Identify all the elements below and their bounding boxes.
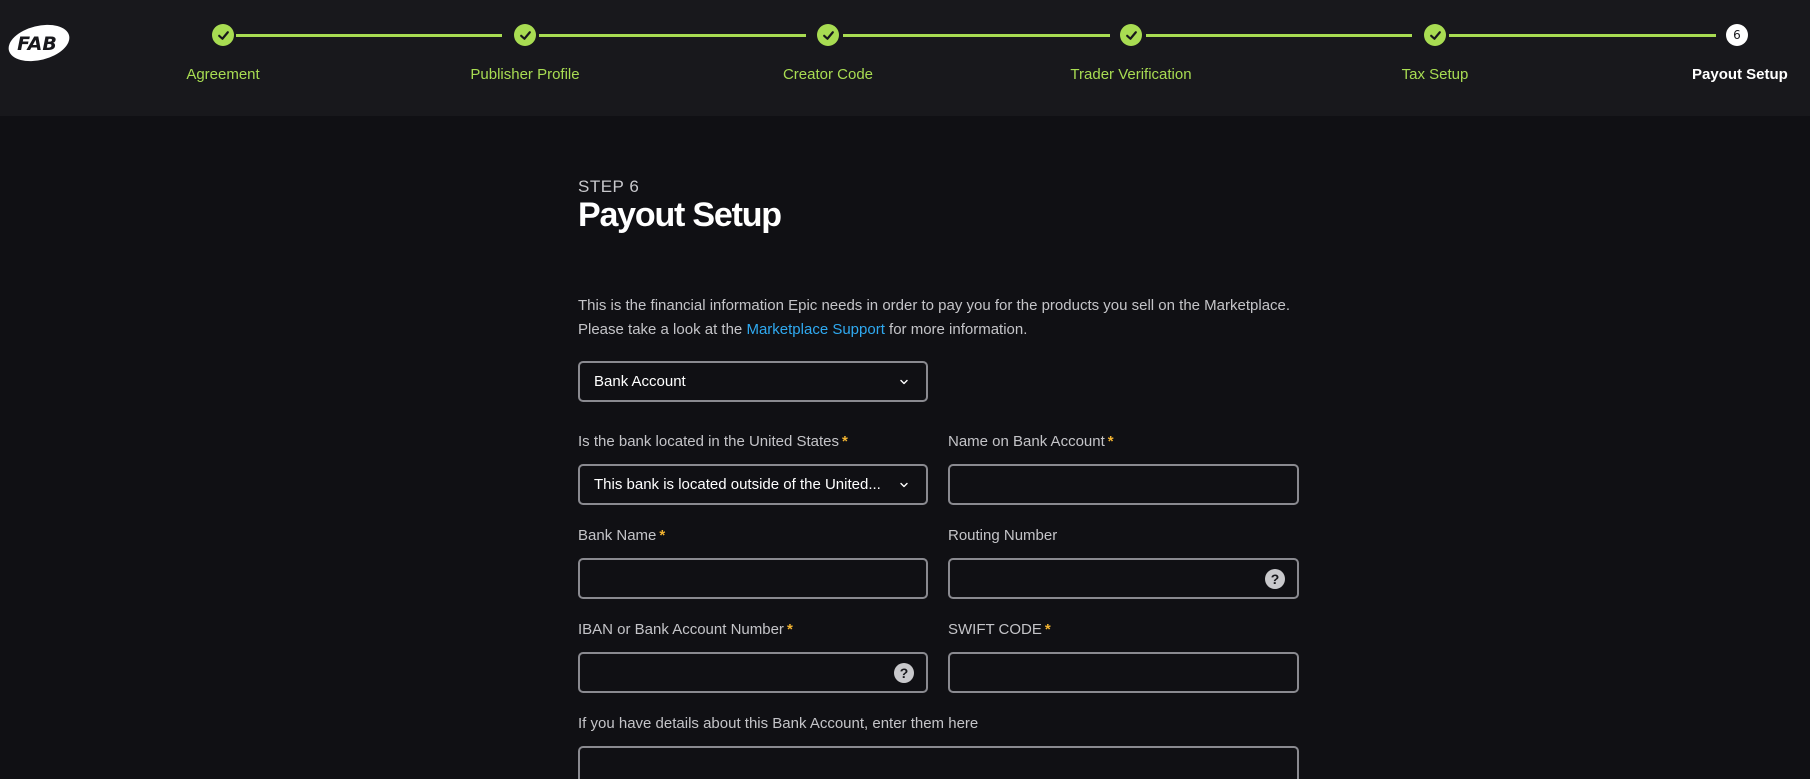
chevron-down-icon bbox=[900, 482, 908, 487]
required-mark: * bbox=[842, 433, 848, 450]
step-tax-setup-check[interactable] bbox=[1424, 24, 1446, 46]
step-payout-setup-number[interactable]: 6 bbox=[1726, 24, 1748, 46]
bank-name-input[interactable] bbox=[578, 558, 928, 599]
swift-code-input[interactable] bbox=[948, 652, 1299, 693]
page-title: Payout Setup bbox=[578, 196, 782, 234]
iban-input[interactable]: ? bbox=[578, 652, 928, 693]
check-icon bbox=[822, 30, 834, 40]
stepper-track bbox=[1449, 34, 1716, 37]
stepper-track bbox=[1146, 34, 1412, 37]
fab-logo-text: FAB bbox=[17, 33, 57, 55]
step-label-publisher-profile[interactable]: Publisher Profile bbox=[470, 66, 579, 83]
stepper-track bbox=[843, 34, 1110, 37]
step-creator-code-check[interactable] bbox=[817, 24, 839, 46]
step-trader-verification-check[interactable] bbox=[1120, 24, 1142, 46]
name-on-account-label: Name on Bank Account * bbox=[948, 433, 1114, 450]
bank-location-label: Is the bank located in the United States… bbox=[578, 433, 848, 450]
required-mark: * bbox=[1107, 433, 1114, 450]
check-icon bbox=[1429, 30, 1441, 40]
step-kicker: STEP 6 bbox=[578, 177, 640, 196]
required-mark: * bbox=[659, 527, 666, 544]
name-on-account-input[interactable] bbox=[948, 464, 1299, 505]
iban-help-icon[interactable]: ? bbox=[894, 663, 914, 683]
name-on-account-label-text: Name on Bank Account bbox=[948, 433, 1105, 450]
bank-details-textarea[interactable] bbox=[578, 746, 1299, 779]
chevron-down-icon bbox=[900, 379, 908, 384]
check-icon bbox=[217, 30, 229, 40]
bank-location-label-text: Is the bank located in the United States bbox=[578, 433, 839, 450]
marketplace-support-link[interactable]: Marketplace Support bbox=[746, 321, 884, 338]
required-mark: * bbox=[1044, 621, 1051, 638]
fab-logo[interactable]: FAB bbox=[6, 22, 70, 64]
swift-code-label-text: SWIFT CODE bbox=[948, 621, 1042, 638]
check-icon bbox=[519, 30, 531, 40]
step-label-payout-setup[interactable]: Payout Setup bbox=[1692, 66, 1788, 83]
iban-label-text: IBAN or Bank Account Number bbox=[578, 621, 784, 638]
step-publisher-profile-check[interactable] bbox=[514, 24, 536, 46]
bank-details-label: If you have details about this Bank Acco… bbox=[578, 715, 979, 732]
routing-number-input[interactable]: ? bbox=[948, 558, 1299, 599]
onboarding-header: FAB 6 Agreement Publisher Profile Creato… bbox=[0, 0, 1810, 116]
payout-method-select[interactable]: Bank Account bbox=[578, 361, 928, 402]
bank-location-select[interactable]: This bank is located outside of the Unit… bbox=[578, 464, 928, 505]
intro-text: This is the financial information Epic n… bbox=[578, 294, 1300, 342]
step-label-tax-setup[interactable]: Tax Setup bbox=[1402, 66, 1469, 83]
iban-label: IBAN or Bank Account Number * bbox=[578, 621, 793, 638]
stepper-track bbox=[236, 34, 502, 37]
intro-text-end: for more information. bbox=[884, 321, 1028, 338]
check-icon bbox=[1125, 30, 1137, 40]
step-agreement-check[interactable] bbox=[212, 24, 234, 46]
routing-number-label: Routing Number bbox=[948, 527, 1058, 544]
swift-code-label: SWIFT CODE * bbox=[948, 621, 1051, 638]
bank-name-label-text: Bank Name bbox=[578, 527, 657, 544]
bank-location-value: This bank is located outside of the Unit… bbox=[594, 476, 881, 493]
payout-method-value: Bank Account bbox=[594, 373, 686, 390]
bank-name-label: Bank Name * bbox=[578, 527, 665, 544]
required-mark: * bbox=[786, 621, 793, 638]
step-label-creator-code[interactable]: Creator Code bbox=[783, 66, 873, 83]
stepper-track bbox=[539, 34, 806, 37]
step-label-agreement[interactable]: Agreement bbox=[186, 66, 259, 83]
step-label-trader-verification[interactable]: Trader Verification bbox=[1070, 66, 1191, 83]
routing-number-help-icon[interactable]: ? bbox=[1265, 569, 1285, 589]
